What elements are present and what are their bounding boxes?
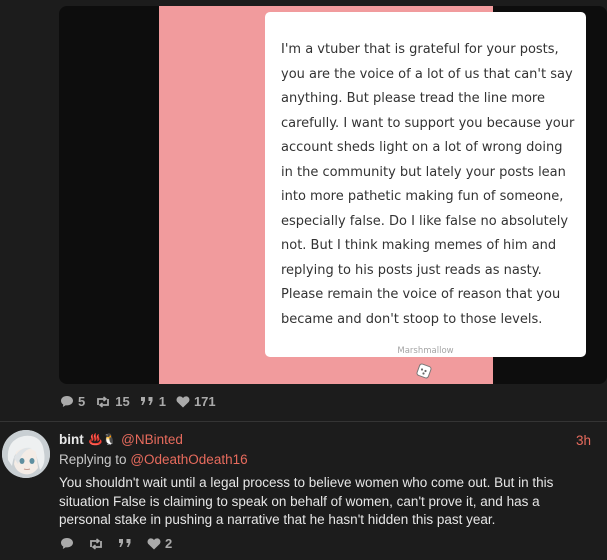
- repost-icon: [90, 537, 102, 550]
- replying-to-label: Replying to: [59, 452, 127, 467]
- author-name[interactable]: bint: [59, 432, 84, 447]
- replying-to-handle[interactable]: @OdeathOdeath16: [130, 452, 247, 467]
- reply-text: You shouldn't wait until a legal process…: [59, 475, 554, 527]
- author-handle[interactable]: @NBinted: [121, 432, 183, 447]
- reply-count-value: 5: [78, 394, 86, 409]
- reply-count[interactable]: 5: [60, 394, 85, 409]
- author-emoji: ♨️🐧: [88, 434, 117, 446]
- post-stats: 5 15 1 171: [60, 394, 226, 409]
- quote-button[interactable]: [118, 538, 137, 549]
- quote-count-value: 1: [158, 394, 166, 409]
- marshmallow-message: I'm a vtuber that is grateful for your p…: [281, 42, 575, 327]
- post-time[interactable]: 3h: [576, 433, 591, 448]
- quote-icon: [119, 539, 131, 547]
- like-count-value: 171: [193, 394, 216, 409]
- marshmallow-brand: Marshmallow: [397, 346, 454, 356]
- reply-icon: [61, 396, 73, 407]
- avatar-image: [2, 430, 50, 478]
- quote-count[interactable]: 1: [140, 394, 166, 409]
- reply-icon: [61, 538, 73, 549]
- avatar[interactable]: [2, 430, 50, 478]
- divider: [0, 421, 607, 422]
- dice-icon: [416, 363, 432, 379]
- reply-button[interactable]: [60, 537, 78, 550]
- like-count-value: 2: [165, 536, 173, 551]
- repost-count-value: 15: [115, 394, 130, 409]
- like-count[interactable]: 171: [176, 394, 216, 409]
- quote-icon: [140, 397, 153, 405]
- repost-icon: [97, 395, 110, 408]
- repost-button[interactable]: [88, 537, 108, 550]
- repost-count[interactable]: 15: [95, 394, 130, 409]
- replying-to: Replying to @OdeathOdeath16: [59, 452, 248, 467]
- reply-author: bint ♨️🐧 @NBinted: [59, 432, 183, 447]
- heart-icon: [176, 395, 190, 407]
- heart-icon: [147, 537, 161, 549]
- marshmallow-frame: I'm a vtuber that is grateful for your p…: [159, 6, 586, 384]
- like-button[interactable]: 2: [147, 536, 172, 551]
- marshmallow-card: I'm a vtuber that is grateful for your p…: [265, 12, 586, 357]
- attached-image[interactable]: I'm a vtuber that is grateful for your p…: [59, 6, 607, 384]
- reply-actions: 2: [60, 536, 182, 551]
